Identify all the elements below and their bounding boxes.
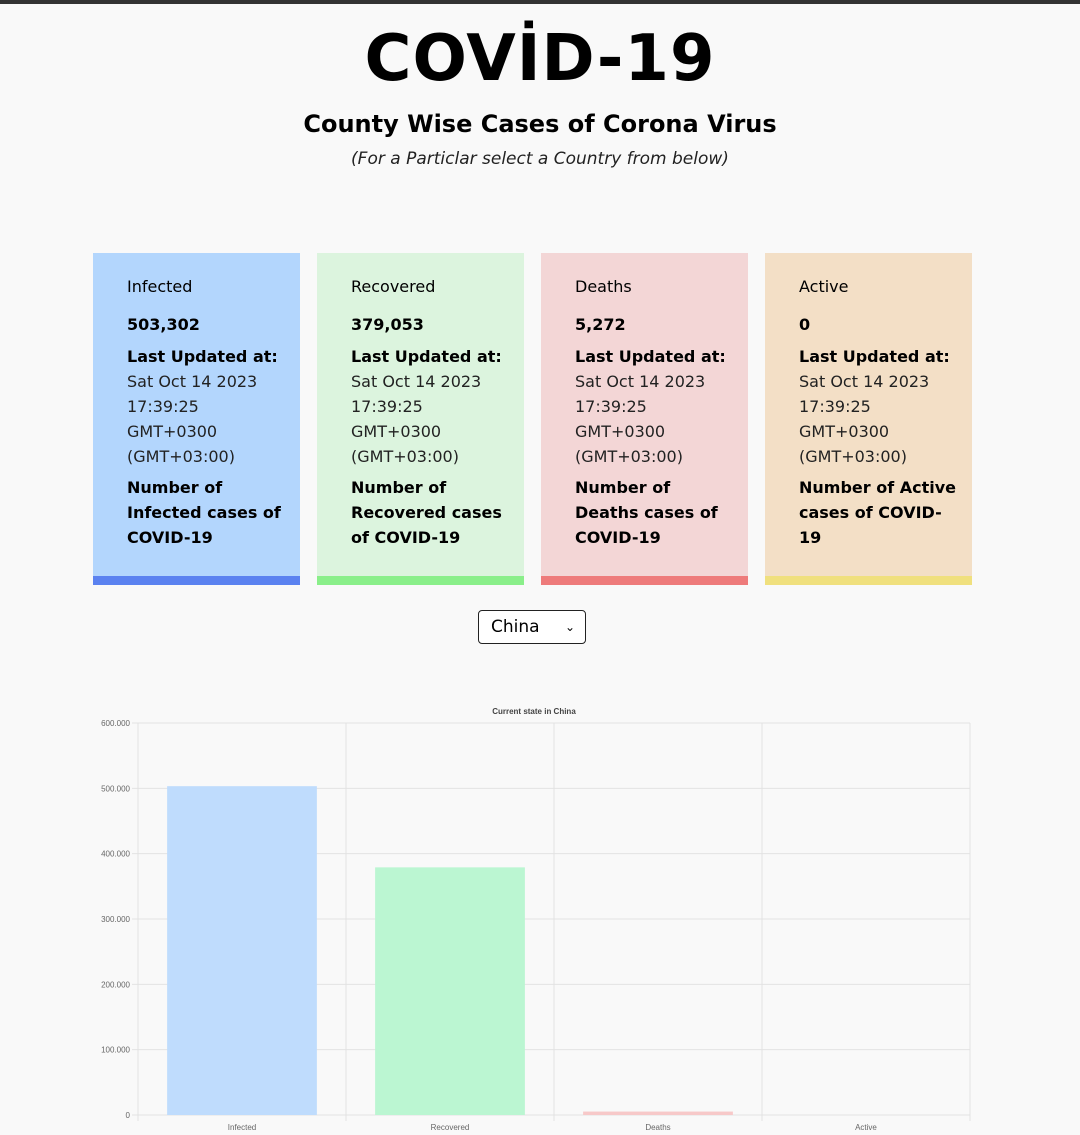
card-updated-value: Sat Oct 14 2023 17:39:25 GMT+0300 (GMT+0… xyxy=(127,372,258,466)
card-description: Number of Infected cases of COVID-19 xyxy=(127,478,281,547)
card-description: Number of Recovered cases of COVID-19 xyxy=(351,478,502,547)
country-select-value: China xyxy=(491,617,540,637)
card-updated-value: Sat Oct 14 2023 17:39:25 GMT+0300 (GMT+0… xyxy=(351,372,482,466)
card-active: Active 0 Last Updated at: Sat Oct 14 202… xyxy=(765,253,972,585)
card-deaths: Deaths 5,272 Last Updated at: Sat Oct 14… xyxy=(541,253,748,585)
card-label: Recovered xyxy=(351,277,436,296)
card-updated-label: Last Updated at: xyxy=(127,347,278,366)
chart-y-tick-label: 300.000 xyxy=(101,915,130,924)
chart-y-tick-label: 200.000 xyxy=(101,980,130,989)
card-infected: Infected 503,302 Last Updated at: Sat Oc… xyxy=(93,253,300,585)
card-accent-strip xyxy=(317,576,524,585)
chart-bar-infected xyxy=(167,786,317,1115)
cases-bar-chart: Current state in China 0 100.000 200.000 30… xyxy=(101,707,971,1132)
card-description: Number of Deaths cases of COVID-19 xyxy=(575,478,718,547)
card-label: Deaths xyxy=(575,277,632,296)
chart-y-tick-label: 100.000 xyxy=(101,1046,130,1055)
chart-bar-recovered xyxy=(375,867,525,1115)
chart-bars xyxy=(167,786,733,1115)
card-count: 5,272 xyxy=(575,315,626,334)
country-select[interactable]: China ⌄ xyxy=(478,610,586,644)
card-updated-label: Last Updated at: xyxy=(351,347,502,366)
chart-x-ticks: Infected Recovered Deaths Active xyxy=(228,1123,878,1132)
card-count: 503,302 xyxy=(127,315,200,334)
card-accent-strip xyxy=(541,576,748,585)
chart-y-tick-label: 400.000 xyxy=(101,850,130,859)
top-bar xyxy=(0,0,1080,4)
card-updated-label: Last Updated at: xyxy=(575,347,726,366)
chart-x-tick-label: Deaths xyxy=(645,1123,670,1132)
chart-title: Current state in China xyxy=(492,707,576,716)
stats-cards: Infected 503,302 Last Updated at: Sat Oc… xyxy=(93,253,972,585)
chart-y-tick-label: 0 xyxy=(126,1111,131,1120)
page-title: COVİD-19 xyxy=(364,22,716,96)
chart-x-tick-label: Active xyxy=(855,1123,877,1132)
card-count: 379,053 xyxy=(351,315,424,334)
card-description: Number of Active cases of COVID-19 xyxy=(799,478,957,547)
card-recovered: Recovered 379,053 Last Updated at: Sat O… xyxy=(317,253,524,585)
chart-x-tick-label: Infected xyxy=(228,1123,256,1132)
chart-y-tick-label: 600.000 xyxy=(101,719,130,728)
chevron-down-icon: ⌄ xyxy=(564,620,575,634)
chart-y-tick-label: 500.000 xyxy=(101,784,130,793)
page-subtitle: County Wise Cases of Corona Virus xyxy=(303,110,777,138)
chart-x-tick-label: Recovered xyxy=(431,1123,470,1132)
chart-bar-deaths xyxy=(583,1111,733,1115)
chart-y-ticks: 0 100.000 200.000 300.000 400.000 500.000 600.… xyxy=(101,719,130,1120)
card-accent-strip xyxy=(93,576,300,585)
card-updated-value: Sat Oct 14 2023 17:39:25 GMT+0300 (GMT+0… xyxy=(575,372,706,466)
page-hint: (For a Particlar select a Country from b… xyxy=(351,149,729,169)
card-count: 0 xyxy=(799,315,811,334)
card-updated-label: Last Updated at: xyxy=(799,347,950,366)
card-label: Infected xyxy=(127,277,193,296)
card-accent-strip xyxy=(765,576,972,585)
card-updated-value: Sat Oct 14 2023 17:39:25 GMT+0300 (GMT+0… xyxy=(799,372,930,466)
card-label: Active xyxy=(799,277,849,296)
